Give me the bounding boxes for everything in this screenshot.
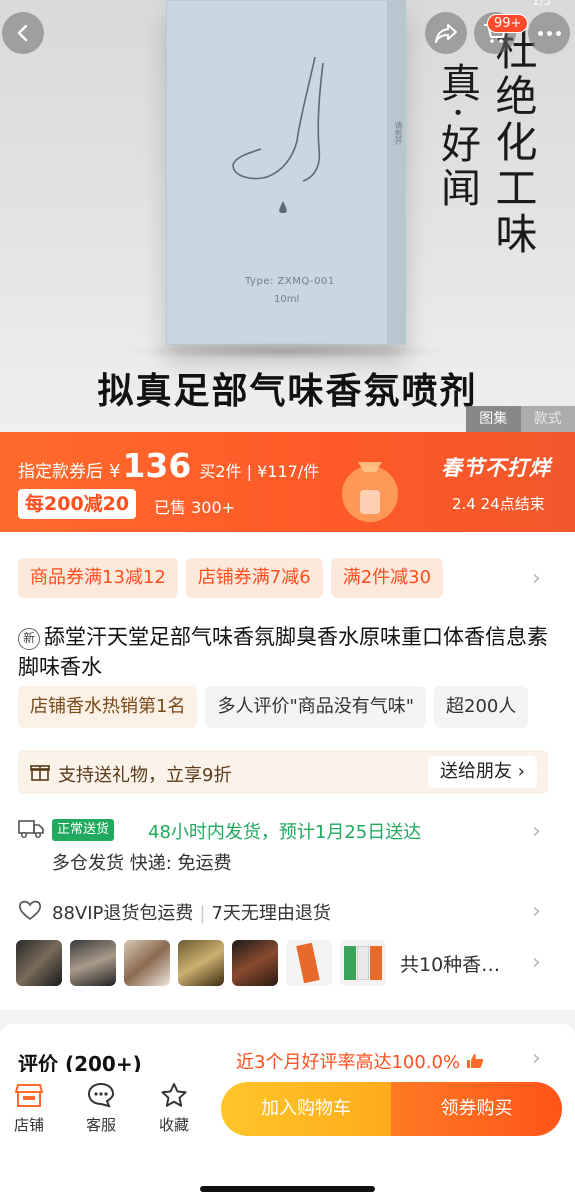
variant-thumb[interactable] (16, 940, 62, 986)
bottom-action-bar: 店铺 客服 收藏 加入购物车 领券购买 (0, 1072, 575, 1200)
variant-thumb[interactable] (232, 940, 278, 986)
shipping-detail: 多仓发货 快递: 免运费 (52, 853, 232, 874)
more-icon (537, 30, 561, 36)
seven-day-return-text: 7天无理由退货 (211, 903, 331, 924)
variant-thumb[interactable] (340, 940, 386, 986)
more-button[interactable] (528, 12, 570, 54)
chat-icon (87, 1082, 115, 1108)
shop-button[interactable]: 店铺 (4, 1082, 54, 1135)
variant-thumb[interactable] (286, 940, 332, 986)
coupon-chevron-icon[interactable]: › (532, 568, 541, 590)
price-label: 指定款券后 (18, 462, 103, 482)
product-detail-page: 请剪开 Type: ZXMQ-001 10ml 真·好闻 杜绝化工味 拟真足部气… (0, 0, 575, 1200)
star-icon (161, 1083, 187, 1107)
shipping-eta: 48小时内发货，预计1月25日送达 (148, 822, 422, 843)
promo-end-time: 2.4 24点结束 (452, 495, 545, 513)
coupon-shop[interactable]: 店铺券满7减6 (185, 558, 323, 598)
price-row: 指定款券后 ¥ 136 买2件 | ¥117/件 (18, 446, 319, 485)
product-image-carousel[interactable]: 请剪开 Type: ZXMQ-001 10ml 真·好闻 杜绝化工味 拟真足部气… (0, 0, 575, 432)
moneybag-icon (342, 462, 398, 522)
thumbs-up-icon (466, 1054, 484, 1068)
tab-styles[interactable]: 款式 (521, 406, 575, 432)
price-value: 136 (122, 446, 192, 485)
foot-illustration (232, 56, 324, 213)
share-icon (435, 24, 457, 43)
favorite-button[interactable]: 收藏 (149, 1082, 199, 1135)
review-rate-text: 近3个月好评率高达100.0% (236, 1052, 461, 1073)
add-to-cart-button[interactable]: 加入购物车 (221, 1082, 391, 1136)
shipping-chevron-icon[interactable]: › (532, 821, 541, 843)
new-badge: 新 (18, 628, 40, 650)
tag-more[interactable]: 超200人 (434, 686, 529, 728)
home-indicator (200, 1186, 375, 1192)
gallery-switch: 图集 款式 (466, 406, 575, 432)
product-title-text: 舔堂汗天堂足部气味香氛脚臭香水原味重口体香信息素脚味香水 (18, 625, 548, 679)
send-to-friend-button[interactable]: 送给朋友 › (428, 756, 537, 788)
vertical-slogan-right: 杜绝化工味 (489, 28, 538, 258)
discount-badge: 每200减20 (18, 489, 137, 519)
variant-thumb[interactable] (70, 940, 116, 986)
shipping-status-badge: 正常送货 (52, 819, 115, 841)
variant-thumb[interactable] (124, 940, 170, 986)
coupon-row[interactable]: 商品券满13减12 店铺券满7减6 满2件减30 (18, 558, 444, 598)
buy-with-coupon-button[interactable]: 领券购买 (391, 1082, 562, 1136)
box-type-text: Type: ZXMQ-001 (245, 276, 335, 287)
variant-thumbnails (16, 940, 386, 986)
promo-title: 春节不打烊 (441, 456, 551, 480)
truck-icon (18, 820, 44, 839)
product-info-card: 商品券满13减12 店铺券满7减6 满2件减30 › 新舔堂汗天堂足部气味香氛脚… (0, 532, 575, 1010)
review-chevron-icon[interactable]: › (532, 1048, 541, 1070)
coupon-product[interactable]: 商品券满13减12 (18, 558, 178, 598)
favorite-label: 收藏 (158, 1116, 189, 1134)
product-box-image: 请剪开 Type: ZXMQ-001 10ml (166, 0, 406, 345)
currency-symbol: ¥ (109, 461, 121, 482)
tab-gallery[interactable]: 图集 (466, 406, 521, 432)
box-edge (387, 1, 405, 344)
variant-thumb[interactable] (178, 940, 224, 986)
shop-icon (15, 1084, 43, 1107)
image-counter: 1/5 (532, 0, 552, 8)
product-tags: 店铺香水热销第1名 多人评价"商品没有气味" 超200人 (18, 686, 529, 728)
customer-service-button[interactable]: 客服 (76, 1082, 126, 1135)
review-rate: 近3个月好评率高达100.0% (236, 1048, 484, 1074)
shop-label: 店铺 (13, 1116, 44, 1134)
gift-icon (30, 765, 50, 781)
variant-count-text[interactable]: 共10种香… (400, 950, 500, 977)
cart-count-badge: 99+ (487, 14, 529, 33)
variant-chevron-icon[interactable]: › (532, 952, 541, 974)
coupon-multi-buy[interactable]: 满2件减30 (330, 558, 444, 598)
service-guarantees: 88VIP退货包运费 | 7天无理由退货 (52, 903, 331, 924)
tag-review[interactable]: 多人评价"商品没有气味" (205, 686, 427, 728)
gift-bar[interactable]: 支持送礼物，立享9折 送给朋友 › (18, 750, 548, 794)
multi-buy-note: 买2件 | ¥117/件 (199, 462, 320, 481)
product-title: 新舔堂汗天堂足部气味香氛脚臭香水原味重口体香信息素脚味香水 (18, 622, 558, 682)
heart-icon (18, 900, 42, 921)
back-button[interactable] (2, 12, 44, 54)
vertical-slogan-left: 真·好闻 (434, 62, 480, 211)
tag-ranking[interactable]: 店铺香水热销第1名 (18, 686, 198, 728)
box-volume-text: 10ml (274, 294, 300, 305)
price-banner: 指定款券后 ¥ 136 买2件 | ¥117/件 每200减20 已售 300+… (0, 432, 575, 532)
share-button[interactable] (425, 12, 467, 54)
sold-count: 已售 300+ (154, 498, 236, 517)
back-icon (17, 24, 28, 42)
box-shadow (120, 342, 450, 360)
gift-text: 支持送礼物，立享9折 (58, 765, 232, 786)
vip-return-text: 88VIP退货包运费 (52, 903, 194, 924)
box-small-text: 请剪开 (394, 121, 403, 145)
service-label: 客服 (85, 1116, 116, 1134)
service-chevron-icon[interactable]: › (532, 901, 541, 923)
